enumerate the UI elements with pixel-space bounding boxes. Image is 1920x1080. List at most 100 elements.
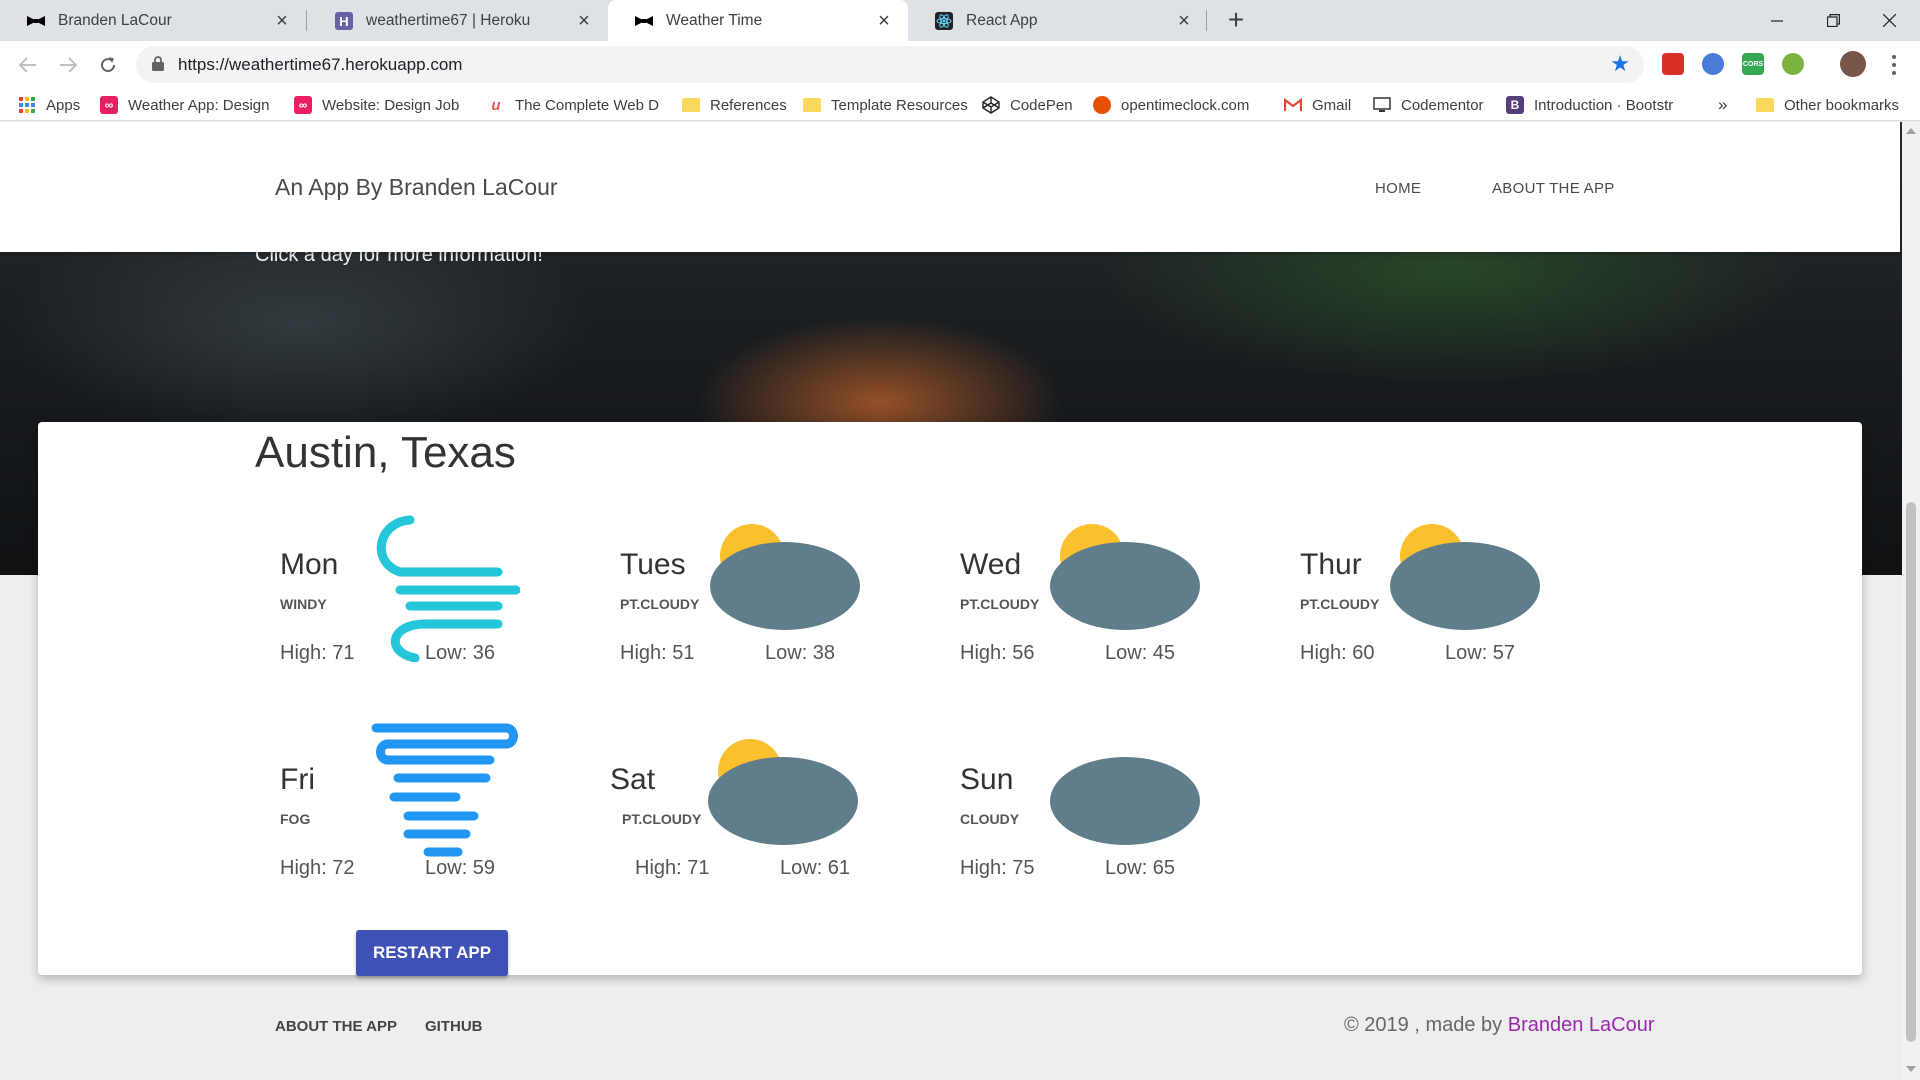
day-card-thur[interactable]: Thur PT.CLOUDY High: 60 Low: 57 — [1300, 512, 1600, 672]
day-card-tues[interactable]: Tues PT.CLOUDY High: 51 Low: 38 — [620, 512, 920, 672]
extension-blue-icon[interactable] — [1702, 53, 1724, 75]
day-high: High: 71 — [635, 857, 710, 879]
scrollbar-thumb[interactable] — [1906, 502, 1916, 1042]
forward-button[interactable] — [52, 49, 84, 81]
extension-red-icon[interactable] — [1662, 53, 1684, 75]
bookmark-opentimeclock[interactable]: opentimeclock.com — [1093, 94, 1265, 116]
folder-icon — [682, 98, 700, 112]
scroll-down-icon[interactable] — [1906, 1066, 1916, 1072]
tab-title: weathertime67 | Heroku — [366, 11, 531, 29]
day-card-fri[interactable]: Fri FOG High: 72 Low: 59 — [280, 723, 580, 887]
nav-home[interactable]: HOME — [1375, 180, 1421, 197]
scrollbar[interactable] — [1902, 122, 1920, 1080]
tab-weather-time[interactable]: Weather Time × — [608, 0, 908, 41]
nav-about-the-app[interactable]: ABOUT THE APP — [1492, 180, 1615, 197]
tab-react-app[interactable]: React App × — [908, 0, 1208, 41]
bookmark-bootstrap[interactable]: B Introduction · Bootstr — [1506, 94, 1678, 116]
day-low: Low: 45 — [1105, 642, 1176, 664]
bookmark-label: Weather App: Design — [128, 96, 270, 114]
forecast-card: Austin, Texas Mon WINDY High: 71 Low: 36… — [38, 422, 1862, 976]
day-name: Fri — [280, 763, 315, 796]
folder-icon — [1756, 98, 1774, 112]
day-high: High: 75 — [960, 857, 1035, 879]
bookmark-gmail[interactable]: Gmail — [1284, 94, 1351, 116]
close-icon[interactable]: × — [874, 11, 894, 31]
partly-cloudy-icon — [710, 524, 860, 630]
wind-icon — [376, 515, 520, 662]
back-button[interactable] — [12, 49, 44, 81]
day-low: Low: 61 — [780, 857, 851, 879]
extension-green-icon[interactable] — [1782, 53, 1804, 75]
close-icon[interactable]: × — [574, 11, 594, 31]
day-high: High: 56 — [960, 642, 1035, 664]
author-link[interactable]: Branden LaCour — [1508, 1014, 1655, 1036]
bookmark-codementor[interactable]: Codementor — [1373, 94, 1484, 116]
new-tab-button[interactable]: + — [1222, 6, 1250, 35]
brand-title[interactable]: An App By Branden LaCour — [275, 174, 558, 201]
day-condition: PT.CLOUDY — [960, 596, 1040, 612]
day-high: High: 60 — [1300, 642, 1375, 664]
arrow-left-icon — [19, 57, 36, 73]
close-icon[interactable]: × — [272, 11, 292, 31]
restart-app-button[interactable]: RESTART APP — [356, 930, 508, 976]
copyright: © 2019 , made by Branden LaCour — [1344, 1014, 1655, 1037]
cors-extension-icon[interactable]: CORS — [1742, 53, 1764, 75]
close-icon[interactable]: × — [1174, 11, 1194, 31]
bookmark-references[interactable]: References — [682, 94, 787, 116]
reload-button[interactable] — [92, 49, 124, 81]
tab-title: Weather Time — [666, 11, 763, 29]
minimize-icon[interactable] — [1750, 0, 1804, 41]
footer-github-link[interactable]: GITHUB — [425, 1018, 483, 1035]
restore-icon[interactable] — [1806, 0, 1860, 41]
app-header: An App By Branden LaCour HOME ABOUT THE … — [0, 122, 1900, 252]
browser-menu-icon[interactable] — [1884, 53, 1904, 77]
tab-separator — [1206, 10, 1207, 31]
avatar[interactable] — [1840, 51, 1866, 77]
tab-title: React App — [966, 11, 1038, 29]
address-bar[interactable]: https://weathertime67.herokuapp.com ★ — [136, 46, 1644, 83]
bow-tie-icon — [634, 11, 653, 30]
cloudy-icon — [1050, 757, 1200, 845]
day-high: High: 51 — [620, 642, 695, 664]
bookmark-label: opentimeclock.com — [1121, 96, 1250, 114]
bookmarks-overflow-button[interactable]: » — [1718, 94, 1727, 116]
star-icon[interactable]: ★ — [1610, 51, 1630, 77]
bookmark-weather-app-design[interactable]: ∞ Weather App: Design — [100, 94, 272, 116]
bookmark-label: The Complete Web D — [515, 96, 659, 114]
day-condition: PT.CLOUDY — [1300, 596, 1380, 612]
bookmark-label: CodePen — [1010, 96, 1073, 114]
day-card-mon[interactable]: Mon WINDY High: 71 Low: 36 — [280, 512, 580, 672]
arrow-right-icon — [60, 57, 77, 73]
tab-heroku[interactable]: H weathertime67 | Heroku × — [308, 0, 608, 41]
udemy-icon: u — [491, 96, 501, 114]
url-text: https://weathertime67.herokuapp.com — [178, 55, 463, 74]
day-card-sat[interactable]: Sat PT.CLOUDY High: 71 Low: 61 — [610, 727, 910, 887]
bookmark-apps[interactable]: Apps — [18, 94, 80, 116]
day-low: Low: 57 — [1445, 642, 1516, 664]
tab-title: Branden LaCour — [58, 11, 172, 29]
day-card-wed[interactable]: Wed PT.CLOUDY High: 56 Low: 45 — [960, 512, 1260, 672]
bookmark-template-resources[interactable]: Template Resources — [803, 94, 968, 116]
footer-about-link[interactable]: ABOUT THE APP — [275, 1018, 397, 1035]
day-name: Tues — [620, 548, 686, 581]
day-card-sun[interactable]: Sun CLOUDY High: 75 Low: 65 — [960, 727, 1260, 887]
bookmarks-bar: Apps ∞ Weather App: Design ∞ Website: De… — [0, 88, 1920, 121]
infinity-icon: ∞ — [294, 96, 312, 114]
clock-icon — [1093, 96, 1111, 114]
day-condition: WINDY — [280, 596, 327, 612]
bookmark-codepen[interactable]: CodePen — [982, 94, 1073, 116]
svg-text:H: H — [339, 14, 348, 29]
close-window-icon[interactable] — [1862, 0, 1916, 41]
scroll-up-icon[interactable] — [1906, 128, 1916, 134]
day-low: Low: 38 — [765, 642, 836, 664]
bookmark-website-design-job[interactable]: ∞ Website: Design Job — [294, 94, 466, 116]
folder-icon — [803, 98, 821, 112]
city-title: Austin, Texas — [255, 428, 516, 477]
bookmark-complete-web[interactable]: u The Complete Web D — [487, 94, 659, 116]
bookmark-label: Codementor — [1401, 96, 1484, 114]
bookmark-label: Gmail — [1312, 96, 1352, 114]
day-name: Mon — [280, 548, 339, 581]
day-condition: FOG — [280, 811, 311, 827]
other-bookmarks[interactable]: Other bookmarks — [1756, 94, 1899, 116]
tab-branden-lacour[interactable]: Branden LaCour × — [0, 0, 306, 41]
